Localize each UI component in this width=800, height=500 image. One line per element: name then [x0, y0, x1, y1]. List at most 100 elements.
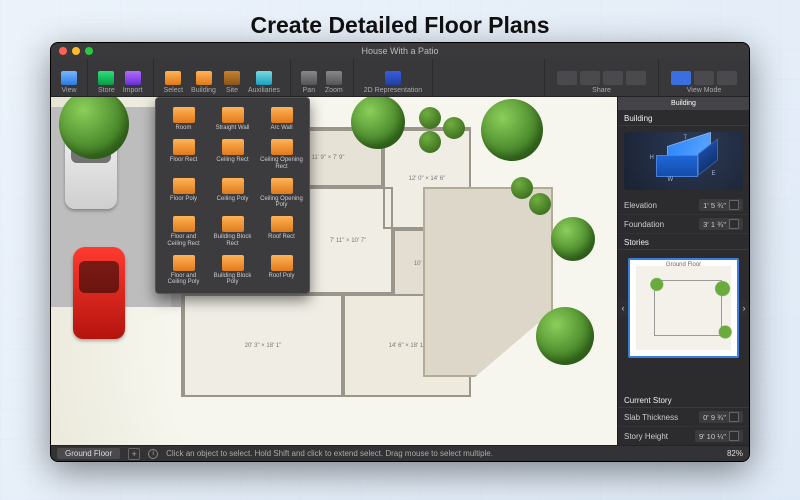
building-tool-item[interactable]: Floor Rect — [160, 136, 207, 173]
building-tool-label: Building Block Rect — [211, 234, 254, 247]
elevation-label: Elevation — [624, 201, 657, 210]
view-mode-label: View Mode — [687, 87, 722, 94]
slab-thickness-field[interactable]: 0' 9 ¾" — [699, 411, 743, 423]
dim-e-label: E — [711, 171, 715, 177]
building-tool-icon — [173, 139, 195, 155]
building-tool-item[interactable]: Ceiling Poly — [209, 175, 256, 212]
window-minimize-button[interactable] — [72, 47, 80, 55]
building-tool-label: Arc Wall — [270, 125, 292, 131]
building-tool-icon — [222, 139, 244, 155]
building-tool-icon — [173, 216, 195, 232]
view-button[interactable]: View — [57, 71, 81, 94]
dim-h-label: H — [650, 155, 654, 161]
story-height-label: Story Height — [624, 432, 668, 441]
shrub-icon[interactable] — [511, 177, 533, 199]
dim-t-label: T — [684, 135, 688, 141]
building-tool-label: Building Block Poly — [211, 273, 254, 286]
2d-representation-button[interactable]: 2D Representation — [360, 71, 426, 94]
building-tools-popover: Room Straight Wall Arc Wall Floor Rect Ceili… — [155, 97, 310, 294]
story-height-field[interactable]: 9' 10 ¼" — [695, 430, 743, 442]
import-button[interactable]: Import — [119, 71, 147, 94]
shrub-icon[interactable] — [419, 131, 441, 153]
zoom-readout[interactable]: 82% — [727, 449, 743, 458]
building-tool-item[interactable]: Ceiling Rect — [209, 136, 256, 173]
building-tool-item[interactable]: Floor Poly — [160, 175, 207, 212]
window-close-button[interactable] — [59, 47, 67, 55]
add-floor-button[interactable]: + — [128, 448, 140, 460]
info-icon: i — [148, 449, 158, 459]
building-tool-icon — [271, 107, 293, 123]
building-tool-item[interactable]: Arc Wall — [258, 104, 305, 134]
car-red[interactable] — [73, 247, 125, 339]
foundation-label: Foundation — [624, 220, 664, 229]
building-tool-label: Floor Poly — [170, 196, 197, 202]
auxiliaries-tool[interactable]: Auxiliaries — [244, 71, 284, 94]
building-tool-icon — [271, 216, 293, 232]
building-tool-label: Ceiling Poly — [217, 196, 249, 202]
site-tool[interactable]: Site — [220, 71, 244, 94]
status-bar: Ground Floor + i Click an object to sele… — [51, 445, 749, 461]
pan-tool[interactable]: Pan — [297, 71, 321, 94]
window-title: House With a Patio — [51, 46, 749, 56]
inspector-panel: Building Building W H T E Elevation 1' 5… — [617, 97, 749, 445]
zoom-tool[interactable]: Zoom — [321, 71, 347, 94]
shrub-icon[interactable] — [443, 117, 465, 139]
building-tool-label: Floor and Ceiling Poly — [162, 273, 205, 286]
story-next-button[interactable]: › — [739, 300, 749, 316]
building-tool-item[interactable]: Room — [160, 104, 207, 134]
building-tool-item[interactable]: Ceiling Opening Poly — [258, 175, 305, 212]
view-mode-segmented[interactable] — [665, 71, 743, 85]
building-tool-icon — [222, 107, 244, 123]
app-window: House With a Patio View Store Import Sel… — [50, 42, 750, 462]
floor-tab-ground[interactable]: Ground Floor — [57, 448, 120, 459]
building-tool[interactable]: Building — [187, 71, 220, 94]
section-stories: Stories — [618, 234, 749, 250]
floorplan-canvas[interactable]: 14' 0" × 11' 0" 11' 9" × 7' 9" 12' 0" × … — [51, 97, 617, 445]
building-tool-label: Ceiling Opening Rect — [260, 157, 303, 170]
building-tool-item[interactable]: Building Block Rect — [209, 213, 256, 250]
building-3d-preview[interactable]: W H T E — [624, 132, 743, 190]
building-tool-item[interactable]: Floor and Ceiling Rect — [160, 213, 207, 250]
tree-icon[interactable] — [536, 307, 594, 365]
slab-thickness-label: Slab Thickness — [624, 413, 678, 422]
tree-icon[interactable] — [351, 97, 405, 149]
tree-icon[interactable] — [551, 217, 595, 261]
building-tool-icon — [271, 178, 293, 194]
elevation-field[interactable]: 1' 5 ¾" — [699, 199, 743, 211]
story-prev-button[interactable]: ‹ — [618, 300, 628, 316]
building-tool-label: Room — [175, 125, 191, 131]
status-hint: Click an object to select. Hold Shift an… — [166, 449, 719, 458]
building-tool-icon — [222, 216, 244, 232]
building-tool-item[interactable]: Roof Rect — [258, 213, 305, 250]
story-thumbnail[interactable]: Ground Floor — [628, 258, 739, 358]
building-tool-item[interactable]: Roof Poly — [258, 252, 305, 289]
room-e[interactable]: 7' 11" × 10' 7" — [303, 187, 393, 294]
page-headline: Create Detailed Floor Plans — [0, 0, 800, 39]
room-g[interactable]: 20' 3" × 18' 1" — [183, 294, 343, 397]
select-tool[interactable]: Select — [160, 71, 187, 94]
section-building: Building — [618, 110, 749, 126]
building-tool-label: Ceiling Opening Poly — [260, 196, 303, 209]
building-tool-icon — [173, 107, 195, 123]
dim-w-label: W — [668, 177, 674, 183]
tree-icon[interactable] — [481, 99, 543, 161]
share-segmented[interactable] — [551, 71, 652, 85]
building-tool-icon — [271, 139, 293, 155]
building-tool-icon — [222, 255, 244, 271]
shrub-icon[interactable] — [529, 193, 551, 215]
inspector-tab-building[interactable]: Building — [618, 97, 749, 110]
share-label: Share — [592, 87, 611, 94]
foundation-field[interactable]: 3' 1 ¾" — [699, 218, 743, 230]
shrub-icon[interactable] — [419, 107, 441, 129]
section-current-story: Current Story — [618, 392, 749, 408]
building-tool-icon — [271, 255, 293, 271]
store-button[interactable]: Store — [94, 71, 119, 94]
building-tool-label: Roof Poly — [268, 273, 294, 279]
building-tool-item[interactable]: Straight Wall — [209, 104, 256, 134]
building-tool-item[interactable]: Ceiling Opening Rect — [258, 136, 305, 173]
building-tool-label: Floor Rect — [170, 157, 198, 163]
building-tool-label: Floor and Ceiling Rect — [162, 234, 205, 247]
building-tool-item[interactable]: Building Block Poly — [209, 252, 256, 289]
building-tool-item[interactable]: Floor and Ceiling Poly — [160, 252, 207, 289]
window-zoom-button[interactable] — [85, 47, 93, 55]
